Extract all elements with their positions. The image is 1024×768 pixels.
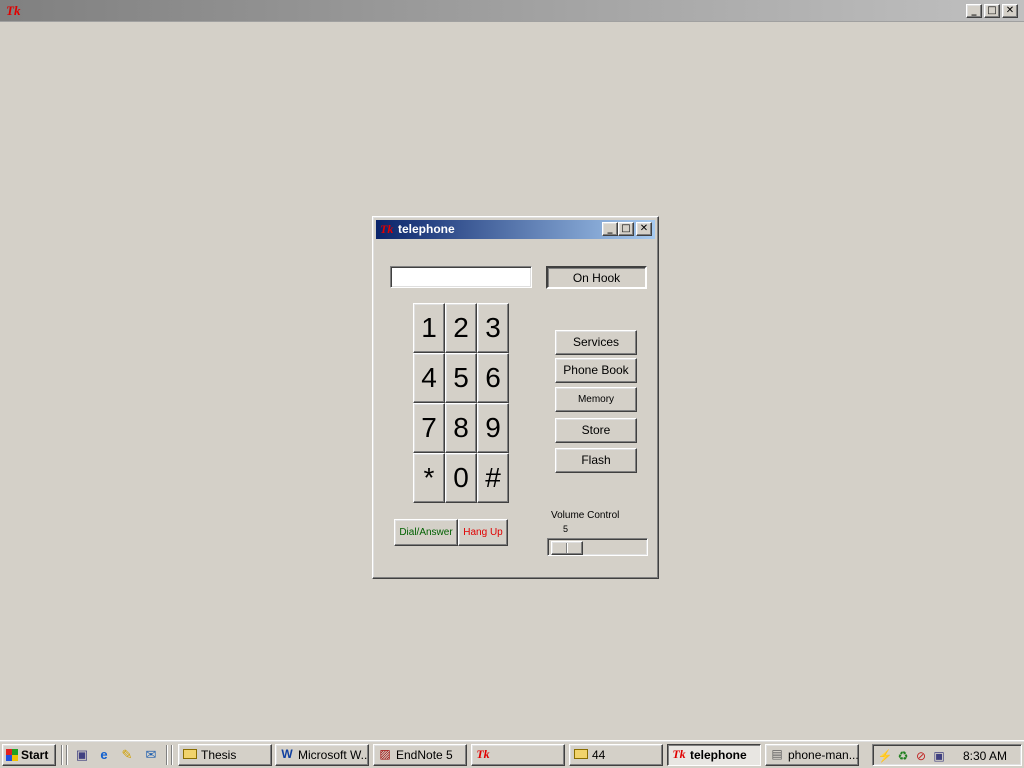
tk-icon: Tk: [476, 747, 490, 761]
antivirus-icon[interactable]: ♻: [895, 748, 911, 764]
minimize-icon[interactable]: _: [966, 4, 982, 18]
task-label: Thesis: [201, 748, 237, 762]
clock[interactable]: 8:30 AM: [963, 745, 1007, 767]
start-label: Start: [21, 748, 49, 762]
task-label: 44: [592, 748, 606, 762]
tk-icon: Tk: [6, 3, 21, 18]
key-9[interactable]: 9: [477, 403, 509, 453]
taskbar-separator: [66, 745, 68, 765]
key-3[interactable]: 3: [477, 303, 509, 353]
key-0[interactable]: 0: [445, 453, 477, 503]
dial-answer-button[interactable]: Dial/Answer: [394, 519, 458, 546]
show-desktop-icon[interactable]: ▣: [74, 747, 90, 763]
taskbar: Start ▣ e ✎ ✉ Thesis W Microsoft W... ▨ …: [0, 740, 1024, 768]
minimize-icon[interactable]: _: [602, 222, 618, 236]
memory-button[interactable]: Memory: [555, 387, 637, 412]
word-icon: W: [281, 747, 293, 761]
taskbar-separator: [166, 745, 168, 765]
keypad: 1 2 3 4 5 6 7 8 9 * 0 #: [413, 303, 509, 503]
window-controls: _ □ ✕: [966, 4, 1018, 18]
telephone-titlebar[interactable]: Tk telephone _ □ ✕: [376, 220, 655, 239]
endnote-icon: ▨: [379, 747, 391, 761]
key-4[interactable]: 4: [413, 353, 445, 403]
folder-icon: [574, 747, 588, 761]
task-telephone[interactable]: Tk telephone: [667, 744, 761, 766]
key-hash[interactable]: #: [477, 453, 509, 503]
hook-status-indicator: On Hook: [546, 266, 647, 289]
key-7[interactable]: 7: [413, 403, 445, 453]
hang-up-button[interactable]: Hang Up: [458, 519, 508, 546]
volume-label: Volume Control: [551, 510, 620, 521]
store-button[interactable]: Store: [555, 418, 637, 443]
folder-icon: [183, 747, 197, 761]
ie-icon[interactable]: e: [96, 747, 112, 763]
key-star[interactable]: *: [413, 453, 445, 503]
maximize-icon[interactable]: □: [984, 4, 1000, 18]
number-display-field[interactable]: [390, 266, 532, 288]
background-window-titlebar: Tk _ □ ✕: [0, 0, 1024, 22]
task-label: telephone: [690, 748, 747, 762]
task-microsoft-word[interactable]: W Microsoft W...: [275, 744, 369, 766]
start-button[interactable]: Start: [2, 744, 56, 766]
maximize-icon[interactable]: □: [618, 222, 634, 236]
key-2[interactable]: 2: [445, 303, 477, 353]
network-icon[interactable]: ⚡: [877, 748, 893, 764]
task-tk[interactable]: Tk: [471, 744, 565, 766]
windows-logo-icon: [6, 749, 18, 761]
volume-slider[interactable]: [547, 538, 648, 556]
window-controls: _ □ ✕: [602, 222, 652, 236]
volume-slider-thumb[interactable]: [551, 541, 583, 555]
task-label: EndNote 5: [396, 748, 453, 762]
task-endnote[interactable]: ▨ EndNote 5: [373, 744, 467, 766]
pencil-icon[interactable]: ✎: [119, 747, 135, 763]
telephone-window: Tk telephone _ □ ✕ On Hook 1 2 3 4 5 6 7…: [372, 216, 659, 579]
key-5[interactable]: 5: [445, 353, 477, 403]
task-thesis[interactable]: Thesis: [178, 744, 272, 766]
taskbar-separator: [171, 745, 173, 765]
key-6[interactable]: 6: [477, 353, 509, 403]
outlook-icon[interactable]: ✉: [143, 747, 159, 763]
tk-icon: Tk: [672, 747, 686, 761]
window-title: telephone: [398, 222, 455, 236]
volume-value: 5: [563, 524, 569, 534]
connection-icon[interactable]: ▣: [931, 748, 947, 764]
volume-icon[interactable]: ⊘: [913, 748, 929, 764]
key-1[interactable]: 1: [413, 303, 445, 353]
flash-button[interactable]: Flash: [555, 448, 637, 473]
system-tray: ⚡ ♻ ⊘ ▣ 8:30 AM: [872, 744, 1022, 766]
phone-book-button[interactable]: Phone Book: [555, 358, 637, 383]
tk-icon: Tk: [380, 222, 394, 236]
task-phone-manual[interactable]: ▤ phone-man...: [765, 744, 859, 766]
task-folder-44[interactable]: 44: [569, 744, 663, 766]
document-icon: ▤: [771, 747, 783, 761]
task-label: Microsoft W...: [298, 748, 369, 762]
taskbar-separator: [61, 745, 63, 765]
services-button[interactable]: Services: [555, 330, 637, 355]
task-label: phone-man...: [788, 748, 859, 762]
key-8[interactable]: 8: [445, 403, 477, 453]
close-icon[interactable]: ✕: [1002, 4, 1018, 18]
close-icon[interactable]: ✕: [636, 222, 652, 236]
